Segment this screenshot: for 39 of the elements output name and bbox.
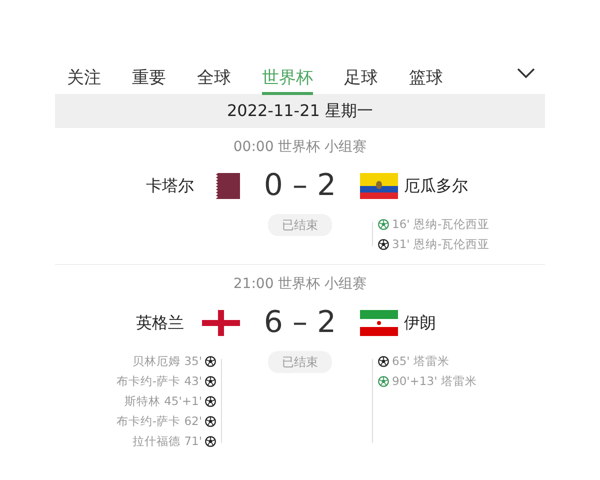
football-icon — [205, 376, 216, 386]
team-name: 厄瓜多尔 — [404, 176, 468, 196]
team-name: 卡塔尔 — [146, 176, 194, 196]
flag-icon — [202, 310, 240, 336]
football-icon — [378, 238, 389, 250]
team-name: 英格兰 — [136, 312, 184, 334]
status-label: 已结束 — [268, 214, 332, 236]
goal-event: 31' 恩纳-瓦伦西亚 — [392, 236, 490, 252]
chevron-down-icon[interactable] — [517, 68, 535, 78]
football-icon — [205, 356, 216, 366]
goal-event: 90'+13' 塔雷米 — [392, 373, 477, 389]
tab[interactable]: 篮球 — [409, 60, 443, 94]
score: 0 – 2 — [262, 167, 338, 205]
goal-event: 贝林厄姆 35' — [132, 353, 202, 369]
goal-event: 布卡约-萨卡 43' — [116, 373, 202, 389]
football-icon — [378, 218, 389, 230]
flag-icon — [212, 173, 240, 199]
match-header: 21:00 世界杯 小组赛 — [232, 275, 368, 293]
football-icon — [378, 376, 389, 386]
tab[interactable]: 全球 — [197, 60, 231, 94]
flag-icon — [360, 173, 398, 199]
status-label: 已结束 — [268, 351, 332, 373]
football-icon — [205, 416, 216, 426]
goal-event: 布卡约-萨卡 62' — [116, 413, 202, 429]
match-header: 00:00 世界杯 小组赛 — [232, 138, 368, 156]
score: 6 – 2 — [262, 304, 338, 342]
goal-event: 斯特林 45'+1' — [124, 393, 202, 409]
football-icon — [378, 356, 389, 366]
tab[interactable]: 重要 — [132, 60, 166, 94]
goal-event: 16' 恩纳-瓦伦西亚 — [392, 216, 490, 232]
date-bar: 2022-11-21 星期一 — [55, 94, 545, 128]
football-icon — [205, 436, 216, 446]
goal-event: 65' 塔雷米 — [392, 353, 450, 369]
tab[interactable]: 关注 — [67, 60, 101, 94]
team-name: 伊朗 — [404, 312, 436, 334]
tab[interactable]: 足球 — [344, 60, 378, 94]
football-icon — [205, 396, 216, 406]
goal-event: 拉什福德 71' — [132, 433, 202, 449]
flag-icon — [360, 310, 398, 336]
